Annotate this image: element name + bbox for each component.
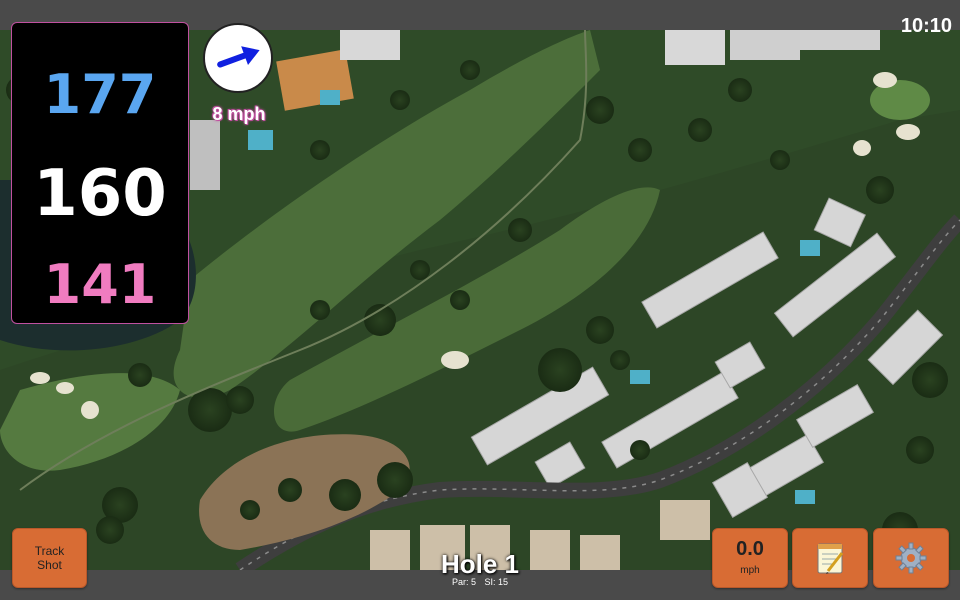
notepad-icon [817,543,844,574]
track-shot-label-line2: Shot [37,558,62,572]
hole-stroke-index: SI: 15 [484,577,509,587]
gear-icon [895,542,927,574]
clock: 10:10 [900,15,952,37]
center-yardage: 160 [33,157,167,231]
hole-par: Par: 5 [451,577,476,587]
speed-button[interactable]: 0.0 mph [712,528,788,588]
track-shot-label-line1: Track [34,544,65,558]
wind-direction-dial [203,23,273,93]
speed-value: 0.0 [736,538,764,560]
yardage-panel[interactable]: 177 160 141 [11,22,189,324]
track-shot-button[interactable]: Track Shot [12,528,87,588]
speed-unit: mph [740,565,760,576]
wind-speed-label: 8 mph [212,104,266,124]
notes-button[interactable] [792,528,868,588]
hole-info: Par: 5 SI: 15 [420,577,540,588]
settings-button[interactable] [873,528,949,588]
front-yardage: 141 [43,253,157,316]
hole-title: Hole 1 [440,549,520,579]
back-yardage: 177 [43,63,157,126]
arrow-icon [217,46,260,68]
